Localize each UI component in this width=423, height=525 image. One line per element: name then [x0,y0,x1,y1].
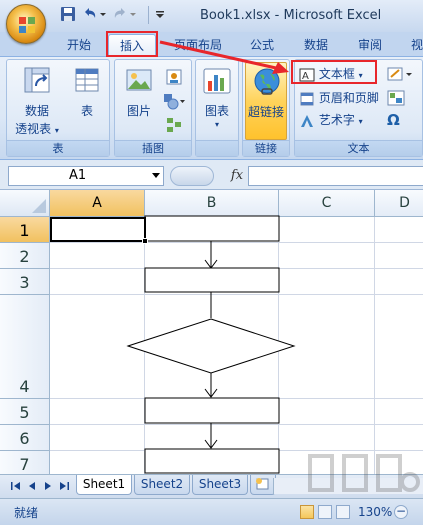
tab-page-layout[interactable]: 页面布局 [168,34,228,56]
table-button[interactable]: 表 [67,64,107,138]
pivot-table-button[interactable]: 数据 透视表 ▾ [9,64,65,138]
signature-line-icon[interactable] [387,66,413,82]
shapes-icon[interactable] [163,92,187,110]
sheet-tab-3[interactable]: Sheet3 [192,475,248,495]
chart-label: 图表 [204,104,229,118]
picture-label: 图片 [126,104,151,118]
tab-formulas[interactable]: 公式 [240,34,284,56]
formula-bar-splitter[interactable] [170,166,214,186]
tab-home[interactable]: 开始 [56,34,102,56]
group-illustrations: 图片 插图 [114,59,192,157]
save-icon[interactable] [60,6,76,22]
group-charts: 图表 ▾ [195,59,239,157]
formula-input[interactable] [248,166,423,186]
table-icon [75,68,99,92]
wordart-button[interactable]: 艺术字 ▾ [299,110,363,130]
undo-icon[interactable] [82,6,98,22]
flowchart-rect-2[interactable] [144,267,280,293]
worksheet-grid[interactable]: A B C D 1 2 3 4 5 6 7 [0,190,423,474]
sheet-tab-2[interactable]: Sheet2 [134,475,190,495]
status-ready-text: 就绪 [14,506,39,520]
window-title: Book1.xlsx - Microsoft Excel [200,8,382,23]
last-sheet-icon[interactable] [58,480,70,492]
redo-dropdown-icon[interactable] [128,6,138,22]
annotation-box-textbox [291,60,377,84]
flowchart-diamond[interactable] [126,318,296,374]
group-links: 超链接 链接 [242,59,290,157]
group-illustrations-label: 插图 [115,140,191,156]
wordart-label: 艺术字 [318,113,355,127]
normal-view-button[interactable] [300,505,314,519]
tab-review[interactable]: 审阅 [348,34,392,56]
office-button[interactable] [6,4,46,44]
picture-icon [126,69,152,91]
customize-qat-icon[interactable] [154,6,166,22]
group-text-label: 文本 [295,140,422,156]
zoom-out-button[interactable]: − [394,505,408,519]
tab-view[interactable]: 视 [402,34,423,56]
page-layout-view-button[interactable] [318,505,332,519]
flowchart-rect-1[interactable] [144,215,280,242]
insert-function-button[interactable]: fx [226,166,248,186]
symbol-button[interactable]: Ω [387,110,400,130]
hyperlink-button[interactable]: 超链接 [245,62,287,140]
title-bar: Book1.xlsx - Microsoft Excel [0,0,423,44]
tab-data[interactable]: 数据 [294,34,338,56]
page-break-view-button[interactable] [336,505,350,519]
fill-handle[interactable] [142,238,148,244]
smartart-icon[interactable] [165,116,183,134]
next-sheet-icon[interactable] [42,480,54,492]
undo-dropdown-icon[interactable] [98,6,108,22]
sheet-tab-1[interactable]: Sheet1 [76,475,132,495]
formula-bar: A1 fx [0,160,423,190]
name-box-dropdown-icon[interactable] [152,173,160,178]
header-footer-button[interactable]: 页眉和页脚 [299,88,379,108]
annotation-box-insert-tab [106,31,158,57]
wordart-icon [301,114,313,127]
table-label: 表 [80,104,93,118]
wordart-dropdown-icon: ▾ [358,117,363,126]
name-box-value: A1 [69,168,87,183]
chart-icon [203,68,231,94]
picture-button[interactable]: 图片 [117,64,161,138]
insert-sheet-icon [256,478,269,490]
qat-separator [148,6,149,24]
active-cell-a1[interactable] [50,217,146,242]
group-table-label: 表 [7,140,109,156]
first-sheet-icon[interactable] [10,480,22,492]
group-charts-label [196,140,238,156]
zoom-level[interactable]: 130% [358,505,392,519]
redo-icon[interactable] [112,6,128,22]
pivot-table-icon [24,67,50,93]
header-footer-label: 页眉和页脚 [318,91,379,105]
pivot-table-label-2: 透视表 ▾ [15,122,59,136]
header-footer-icon [300,92,314,105]
flowchart-rect-4[interactable] [144,448,280,474]
clip-art-icon[interactable] [165,68,183,86]
pivot-table-label-1: 数据 [24,104,49,118]
prev-sheet-icon[interactable] [26,480,38,492]
hyperlink-globe-icon [254,68,280,95]
office-logo-icon [19,17,35,33]
group-links-label: 链接 [243,140,289,156]
chart-dropdown-icon: ▾ [214,120,219,129]
watermark-logo [308,454,420,492]
object-icon[interactable] [387,90,405,106]
hyperlink-label: 超链接 [247,105,284,119]
group-table: 数据 透视表 ▾ 表 表 [6,59,110,157]
name-box[interactable]: A1 [8,166,164,186]
flowchart-rect-3[interactable] [144,397,280,424]
status-bar: 就绪 130% − [0,498,423,525]
chart-button[interactable]: 图表 ▾ [198,64,236,138]
